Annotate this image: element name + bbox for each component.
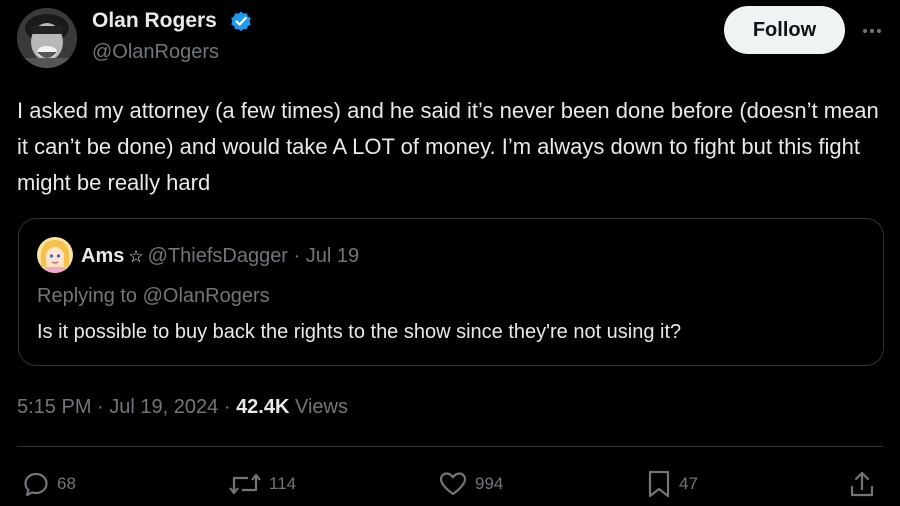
quoted-avatar[interactable]: [37, 237, 73, 273]
reply-button[interactable]: 68: [22, 468, 76, 500]
bookmark-count: 47: [679, 474, 698, 493]
reply-icon: [22, 470, 50, 498]
quoted-text: Is it possible to buy back the rights to…: [37, 321, 682, 343]
tweet-time[interactable]: 5:15 PM: [17, 396, 91, 418]
bookmark-button[interactable]: 47: [646, 468, 698, 500]
divider: [17, 446, 883, 447]
follow-button[interactable]: Follow: [724, 6, 845, 54]
author-avatar[interactable]: [17, 8, 77, 68]
tweet-date[interactable]: Jul 19, 2024: [109, 396, 218, 418]
quoted-replying-to: Replying to @OlanRogers: [37, 285, 270, 307]
heart-icon: [438, 470, 468, 498]
share-icon: [848, 469, 876, 499]
views-count: 42.4K: [236, 396, 290, 418]
author-display-name[interactable]: Olan Rogers: [92, 8, 217, 34]
quoted-header: Ams ☆ @ThiefsDagger · Jul 19: [81, 243, 359, 270]
repost-button[interactable]: 114: [228, 468, 296, 500]
separator-dot: ·: [223, 396, 231, 418]
share-button[interactable]: [848, 468, 876, 500]
like-count: 994: [475, 474, 504, 493]
bookmark-icon: [646, 469, 672, 499]
more-options-icon[interactable]: [857, 16, 887, 46]
separator-dot: ·: [97, 396, 104, 418]
views-label: Views: [295, 396, 348, 418]
repost-icon: [228, 470, 262, 498]
author-handle[interactable]: @OlanRogers: [92, 39, 219, 65]
repost-count: 114: [269, 474, 297, 493]
reply-count: 68: [57, 474, 76, 493]
star-icon: ☆: [128, 247, 144, 266]
quoted-tweet[interactable]: Ams ☆ @ThiefsDagger · Jul 19 Replying to @…: [18, 218, 884, 366]
like-button[interactable]: 994: [438, 468, 503, 500]
verified-badge-icon: [229, 9, 253, 33]
separator-dot: ·: [293, 245, 301, 267]
quoted-date[interactable]: Jul 19: [306, 245, 359, 267]
quoted-display-name[interactable]: Ams: [81, 245, 124, 267]
quoted-handle[interactable]: @ThiefsDagger: [148, 245, 288, 267]
tweet-text: I asked my attorney (a few times) and he…: [17, 98, 879, 195]
tweet-meta: 5:15 PM · Jul 19, 2024 · 42.4K Views: [17, 394, 348, 420]
